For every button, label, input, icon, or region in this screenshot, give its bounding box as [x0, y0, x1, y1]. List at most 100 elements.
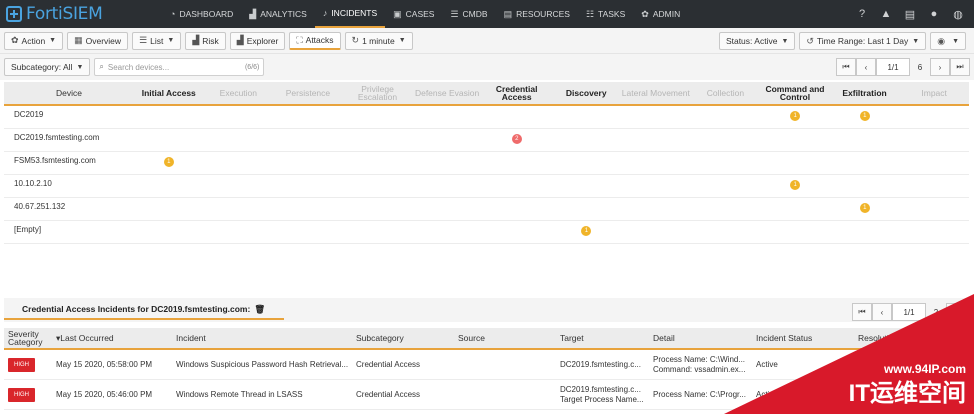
- nav-cmdb[interactable]: ☰ CMDB: [442, 0, 495, 28]
- nav-dashboard[interactable]: ◔ DASHBOARD: [162, 0, 241, 28]
- matrix-col-command-and-control[interactable]: Command and Control: [760, 82, 830, 104]
- fortisiem-logo[interactable]: FortiSIEM: [0, 4, 160, 24]
- last-occurred-cell[interactable]: May 15 2020, 05:58:00 PM: [52, 350, 172, 379]
- source-cell[interactable]: [454, 380, 556, 409]
- caret-down-icon: ▼: [76, 63, 84, 71]
- matrix-col-privilege-escalation[interactable]: Privilege Escalation: [343, 82, 413, 104]
- action-button[interactable]: ✿ Action ▼: [4, 31, 64, 50]
- prev-page-icon[interactable]: ‹: [856, 58, 876, 76]
- caret-down-icon: ▼: [398, 37, 406, 44]
- time-range-button[interactable]: ↺ Time Range: Last 1 Day ▼: [799, 32, 927, 50]
- attacks-button[interactable]: ⛶ Attacks: [289, 31, 341, 50]
- search-devices-input[interactable]: ⌕ Search devices... (6/6): [94, 58, 265, 76]
- severity-badge: HIGH: [8, 357, 35, 372]
- matrix-col-discovery[interactable]: Discovery: [551, 82, 621, 104]
- matrix-col-defense-evasion[interactable]: Defense Evasion: [412, 82, 482, 104]
- help-icon[interactable]: ?: [850, 8, 874, 20]
- incident-name-cell[interactable]: Windows Suspicious Password Hash Retriev…: [172, 350, 352, 379]
- user-icon[interactable]: ●: [922, 8, 946, 20]
- trash-icon[interactable]: 🗑: [254, 304, 265, 315]
- logo-text: FortiSIEM: [26, 4, 103, 24]
- incident-count-badge[interactable]: 1: [790, 180, 801, 190]
- chart-icon: ▟: [236, 35, 244, 45]
- speedometer-icon: ◔: [170, 9, 176, 19]
- matrix-row[interactable]: DC2019.fsmtesting.com 2: [4, 129, 969, 152]
- id-card-icon[interactable]: ▤: [898, 8, 922, 21]
- next-page-icon[interactable]: ›: [930, 58, 950, 76]
- col-header-severity-category[interactable]: Severity Category: [4, 328, 52, 348]
- page-input[interactable]: 1/1: [876, 58, 910, 76]
- matrix-col-persistence[interactable]: Persistence: [273, 82, 343, 104]
- device-name[interactable]: FSM53.fsmtesting.com: [14, 156, 96, 165]
- nav-label: RESOURCES: [516, 9, 570, 19]
- incident-count-badge[interactable]: 1: [859, 203, 870, 213]
- col-header-incident[interactable]: Incident: [172, 328, 352, 348]
- matrix-col-exfiltration[interactable]: Exfiltration: [830, 82, 900, 104]
- matrix-col-lateral-movement[interactable]: Lateral Movement: [621, 82, 691, 104]
- last-page-icon[interactable]: ⏭: [950, 58, 970, 76]
- matrix-col-credential-access[interactable]: Credential Access: [482, 82, 552, 104]
- target-cell[interactable]: DC2019.fsmtesting.c... Target Process Nam…: [556, 380, 649, 409]
- nav-analytics[interactable]: ▟ ANALYTICS: [241, 0, 315, 28]
- view-options-button[interactable]: ◉ ▼: [930, 32, 966, 50]
- search-icon: ⌕: [99, 62, 104, 71]
- device-name[interactable]: 40.67.251.132: [14, 202, 65, 211]
- caret-down-icon: ▼: [781, 37, 789, 45]
- header-label: Severity Category: [8, 329, 43, 347]
- time-range-label: Time Range: Last 1 Day: [816, 36, 909, 46]
- first-page-icon[interactable]: ⏮: [836, 58, 856, 76]
- device-name[interactable]: [Empty]: [14, 225, 41, 234]
- col-header-last-occurred[interactable]: ▾ Last Occurred: [52, 328, 172, 348]
- nav-tasks[interactable]: ☷ TASKS: [578, 0, 633, 28]
- matrix-col-execution[interactable]: Execution: [204, 82, 274, 104]
- header-label: Detail: [653, 333, 675, 343]
- device-column-header[interactable]: Device: [4, 82, 134, 104]
- explorer-button[interactable]: ▟ Explorer: [229, 31, 286, 50]
- subcategory-cell[interactable]: Credential Access: [352, 350, 454, 379]
- status-filter-button[interactable]: Status: Active ▼: [718, 32, 796, 50]
- caret-down-icon: ▼: [912, 37, 920, 45]
- device-name[interactable]: DC2019.fsmtesting.com: [14, 133, 99, 142]
- subcategory-cell[interactable]: Credential Access: [352, 380, 454, 409]
- matrix-row[interactable]: FSM53.fsmtesting.com 1: [4, 152, 969, 175]
- settings-user-icon[interactable]: ◍: [946, 8, 970, 21]
- watermark-brand: IT运维空间: [848, 380, 966, 407]
- briefcase-icon: ▣: [393, 8, 402, 19]
- incident-count-badge[interactable]: 1: [790, 111, 801, 121]
- last-occurred-cell[interactable]: May 15 2020, 05:46:00 PM: [52, 380, 172, 409]
- risk-button[interactable]: ▟ Risk: [185, 31, 226, 50]
- matrix-col-impact[interactable]: Impact: [899, 82, 969, 104]
- device-name[interactable]: DC2019: [14, 110, 43, 119]
- matrix-row[interactable]: 40.67.251.132 1: [4, 198, 969, 221]
- refresh-interval-button[interactable]: ↻ 1 minute ▼: [344, 31, 413, 50]
- incident-count-badge[interactable]: 1: [859, 111, 870, 121]
- matrix-col-collection[interactable]: Collection: [691, 82, 761, 104]
- alert-icon[interactable]: ▲: [874, 8, 898, 20]
- col-header-source[interactable]: Source: [454, 328, 556, 348]
- source-cell[interactable]: [454, 350, 556, 379]
- nav-resources[interactable]: ▤ RESOURCES: [496, 0, 578, 28]
- incident-count-badge[interactable]: 1: [581, 226, 592, 236]
- nav-admin[interactable]: ✿ ADMIN: [633, 0, 688, 28]
- matrix-row[interactable]: 10.10.2.10 1: [4, 175, 969, 198]
- nav-label: CMDB: [462, 9, 488, 19]
- subcategory-dropdown[interactable]: Subcategory: All ▼: [4, 58, 91, 76]
- list-button[interactable]: ☰ List ▼: [132, 31, 182, 50]
- overview-button[interactable]: ▦ Overview: [67, 31, 129, 50]
- matrix-col-initial-access[interactable]: Initial Access: [134, 82, 204, 104]
- device-name[interactable]: 10.10.2.10: [14, 179, 52, 188]
- nav-incidents[interactable]: ♪ INCIDENTS: [314, 0, 386, 28]
- matrix-row[interactable]: [Empty] 1: [4, 221, 969, 244]
- col-header-target[interactable]: Target: [556, 328, 649, 348]
- nav-cases[interactable]: ▣ CASES: [385, 0, 442, 28]
- eye-icon: ◉: [937, 35, 946, 46]
- caret-down-icon: ▼: [952, 37, 959, 45]
- incident-name-cell[interactable]: Windows Remote Thread in LSASS: [172, 380, 352, 409]
- incident-count-badge[interactable]: 1: [163, 157, 174, 167]
- attacks-label: Attacks: [305, 35, 334, 45]
- target-cell[interactable]: DC2019.fsmtesting.c...: [556, 350, 649, 379]
- col-header-subcategory[interactable]: Subcategory: [352, 328, 454, 348]
- incident-count-badge[interactable]: 2: [511, 134, 522, 144]
- nav-utilities: ? ▲ ▤ ● ◍: [850, 0, 970, 28]
- matrix-row[interactable]: DC2019 1 1: [4, 106, 969, 129]
